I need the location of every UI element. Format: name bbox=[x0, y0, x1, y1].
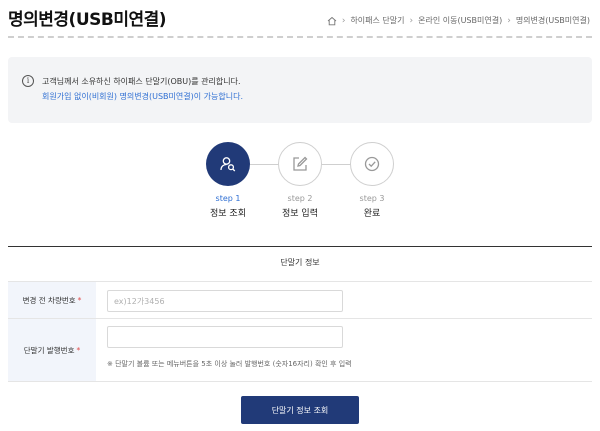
required-mark: * bbox=[76, 345, 81, 355]
device-serial-input[interactable] bbox=[107, 326, 343, 348]
device-serial-label-text: 단말기 발행번호 bbox=[23, 345, 75, 355]
info-icon: i bbox=[22, 75, 34, 87]
step-2-number: step 2 bbox=[287, 194, 313, 203]
device-serial-hint: ※ 단말기 볼륨 또는 메뉴버튼을 5초 이상 눌러 발행번호 (숫자16자리)… bbox=[107, 360, 352, 368]
device-lookup-button[interactable]: 단말기 정보 조회 bbox=[241, 396, 359, 424]
breadcrumb-separator: › bbox=[409, 15, 414, 26]
step-2-circle bbox=[278, 142, 322, 186]
notice-highlight-text: 회원가입 없이(비회원) 명의변경(USB미연결)이 가능합니다. bbox=[42, 92, 243, 101]
breadcrumb-separator: › bbox=[507, 15, 511, 26]
check-circle-icon bbox=[364, 156, 380, 172]
step-3-circle bbox=[350, 142, 394, 186]
home-icon[interactable] bbox=[327, 16, 337, 26]
header-divider bbox=[8, 36, 592, 38]
page-header: 명의변경(USB미연결) › 하이패스 단말기 › 온라인 이동(USB미연결)… bbox=[0, 0, 600, 38]
edit-icon bbox=[293, 156, 308, 171]
notice-box: i 고객님께서 소유하신 하이패스 단말기(OBU)를 관리합니다. 회원가입 … bbox=[8, 57, 592, 123]
breadcrumb-separator: › bbox=[341, 15, 346, 26]
form-row-vehicle: 변경 전 차량번호 * bbox=[8, 282, 592, 319]
page-title: 명의변경(USB미연결) bbox=[8, 10, 167, 30]
breadcrumb-item[interactable]: 하이패스 단말기 bbox=[350, 15, 404, 26]
user-search-icon bbox=[220, 157, 236, 172]
section-title: 단말기 정보 bbox=[280, 258, 320, 267]
step-1: step 1 정보 조회 bbox=[198, 142, 258, 219]
step-indicator: step 1 정보 조회 step 2 정보 입력 step 3 완료 bbox=[0, 140, 600, 230]
notice-text: 고객님께서 소유하신 하이패스 단말기(OBU)를 관리합니다. bbox=[42, 77, 241, 86]
device-serial-label: 단말기 발행번호 * bbox=[8, 319, 96, 381]
step-1-label: 정보 조회 bbox=[210, 209, 246, 219]
step-3: step 3 완료 bbox=[342, 142, 402, 219]
vehicle-number-label: 변경 전 차량번호 * bbox=[8, 282, 96, 318]
breadcrumb: › 하이패스 단말기 › 온라인 이동(USB미연결) › 명의변경(USB미연… bbox=[327, 15, 590, 26]
step-2-label: 정보 입력 bbox=[282, 209, 318, 219]
vehicle-number-label-text: 변경 전 차량번호 bbox=[22, 295, 76, 305]
step-3-label: 완료 bbox=[363, 209, 381, 219]
section-divider bbox=[8, 246, 592, 247]
device-info-form: 변경 전 차량번호 * 단말기 발행번호 * ※ 단말기 볼륨 또는 메뉴버튼을… bbox=[8, 281, 592, 382]
step-1-circle bbox=[206, 142, 250, 186]
vehicle-number-input[interactable] bbox=[107, 290, 343, 312]
breadcrumb-item-current[interactable]: 명의변경(USB미연결) bbox=[516, 15, 590, 26]
step-2: step 2 정보 입력 bbox=[270, 142, 330, 219]
required-mark: * bbox=[77, 295, 82, 305]
form-row-device: 단말기 발행번호 * ※ 단말기 볼륨 또는 메뉴버튼을 5초 이상 눌러 발행… bbox=[8, 319, 592, 382]
breadcrumb-item[interactable]: 온라인 이동(USB미연결) bbox=[418, 15, 502, 26]
step-3-number: step 3 bbox=[359, 194, 385, 203]
step-1-number: step 1 bbox=[215, 194, 241, 203]
